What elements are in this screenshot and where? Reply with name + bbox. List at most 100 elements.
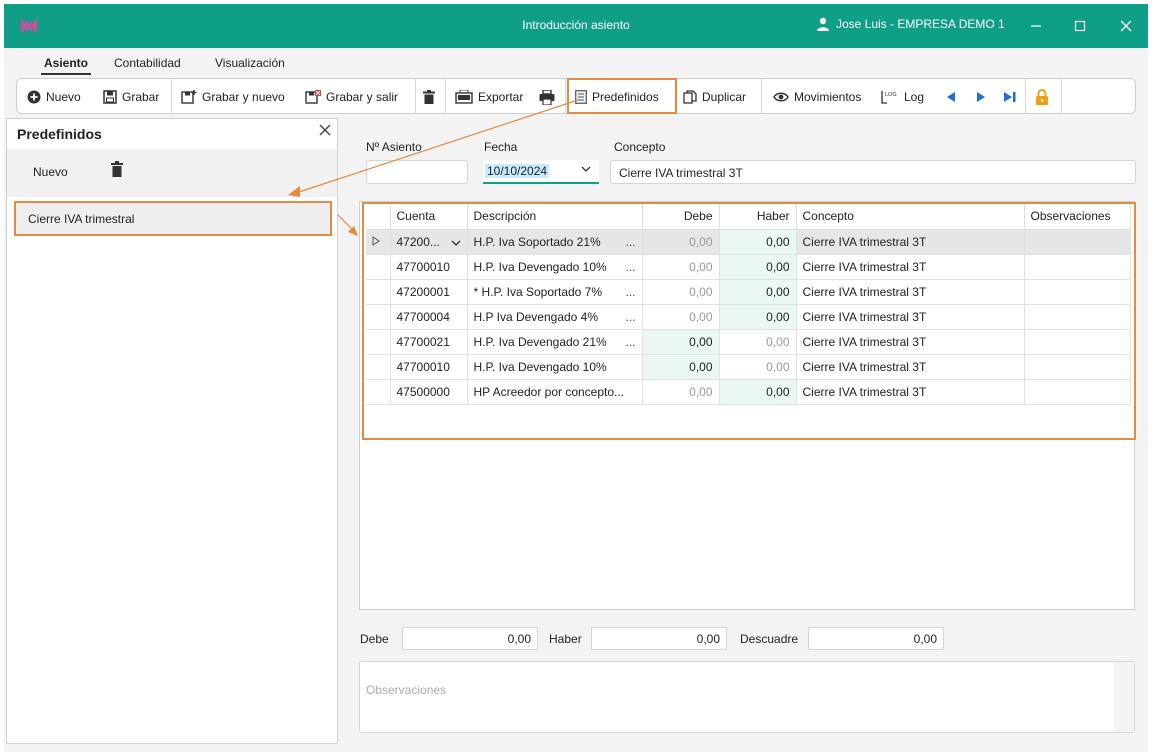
- cell-haber[interactable]: 0,00: [719, 279, 797, 305]
- tab-asiento[interactable]: Asiento: [40, 56, 92, 75]
- print-button[interactable]: [539, 87, 555, 107]
- panel-new-button[interactable]: Nuevo: [33, 165, 68, 179]
- col-debe[interactable]: Debe: [642, 204, 720, 230]
- cell-observaciones[interactable]: [1024, 229, 1131, 255]
- table-row[interactable]: 47700010 H.P. Iva Devengado 10% 0,00 0,00 Ci…: [366, 354, 1131, 380]
- col-observaciones[interactable]: Observaciones: [1024, 204, 1131, 230]
- row-indicator[interactable]: [366, 379, 391, 405]
- observaciones-scrollbar[interactable]: [1114, 662, 1134, 732]
- cell-observaciones[interactable]: [1024, 329, 1131, 355]
- cell-haber[interactable]: 0,00: [719, 304, 797, 330]
- delete-button[interactable]: [423, 87, 435, 107]
- maximize-button[interactable]: [1066, 14, 1094, 38]
- row-indicator[interactable]: [366, 304, 391, 330]
- col-descripcion[interactable]: Descripción: [467, 204, 643, 230]
- row-indicator[interactable]: [366, 229, 391, 255]
- cell-haber[interactable]: 0,00: [719, 229, 797, 255]
- cell-debe[interactable]: 0,00: [642, 304, 720, 330]
- cell-descripcion[interactable]: H.P. Iva Devengado 10%...: [467, 254, 643, 280]
- cell-debe[interactable]: 0,00: [642, 329, 720, 355]
- cell-descripcion[interactable]: H.P. Iva Devengado 10%: [467, 354, 643, 380]
- movimientos-button[interactable]: Movimientos: [773, 87, 861, 107]
- cell-concepto[interactable]: Cierre IVA trimestral 3T: [796, 304, 1025, 330]
- table-row[interactable]: 47500000 HP Acreedor por concepto... 0,00 0…: [366, 379, 1131, 405]
- exportar-button[interactable]: Exportar: [455, 87, 523, 107]
- row-indicator[interactable]: [366, 254, 391, 280]
- cell-cuenta[interactable]: 47700021: [390, 329, 468, 355]
- grabar-salir-button[interactable]: Grabar y salir: [305, 87, 398, 107]
- cell-observaciones[interactable]: [1024, 254, 1131, 280]
- observaciones-textarea[interactable]: Observaciones: [359, 661, 1135, 733]
- user-indicator[interactable]: Jose Luis - EMPRESA DEMO 1: [816, 17, 1005, 31]
- grabar-button[interactable]: Grabar: [103, 87, 159, 107]
- cell-cuenta[interactable]: 47200001: [390, 279, 468, 305]
- cell-descripcion[interactable]: H.P. Iva Soportado 21%...: [467, 229, 643, 255]
- cell-observaciones[interactable]: [1024, 379, 1131, 405]
- row-indicator[interactable]: [366, 354, 391, 380]
- fecha-input[interactable]: 10/10/2024: [483, 160, 599, 184]
- panel-close-button[interactable]: [319, 123, 331, 141]
- cell-debe[interactable]: 0,00: [642, 229, 720, 255]
- cell-debe[interactable]: 0,00: [642, 279, 720, 305]
- cell-ellipsis-button[interactable]: ...: [625, 335, 635, 349]
- log-button[interactable]: LOG Log: [881, 87, 924, 107]
- cell-cuenta[interactable]: 47700010: [390, 254, 468, 280]
- cell-debe[interactable]: 0,00: [642, 254, 720, 280]
- table-row[interactable]: 47200001 * H.P. Iva Soportado 7%... 0,00 0,…: [366, 279, 1131, 305]
- cell-concepto[interactable]: Cierre IVA trimestral 3T: [796, 254, 1025, 280]
- tab-contabilidad[interactable]: Contabilidad: [114, 56, 181, 70]
- panel-delete-button[interactable]: [111, 161, 123, 180]
- cell-cuenta[interactable]: 47200...: [390, 229, 468, 255]
- col-concepto[interactable]: Concepto: [796, 204, 1025, 230]
- cell-ellipsis-button[interactable]: ...: [625, 310, 635, 324]
- cell-concepto[interactable]: Cierre IVA trimestral 3T: [796, 329, 1025, 355]
- cell-observaciones[interactable]: [1024, 304, 1131, 330]
- cell-cuenta[interactable]: 47700010: [390, 354, 468, 380]
- cell-haber[interactable]: 0,00: [719, 354, 797, 380]
- lock-button[interactable]: [1035, 87, 1049, 107]
- cell-descripcion[interactable]: HP Acreedor por concepto...: [467, 379, 643, 405]
- asiento-input[interactable]: [366, 160, 468, 184]
- table-row[interactable]: 47700010 H.P. Iva Devengado 10%... 0,00 0,0…: [366, 254, 1131, 280]
- cell-concepto[interactable]: Cierre IVA trimestral 3T: [796, 354, 1025, 380]
- cell-cuenta[interactable]: 47700004: [390, 304, 468, 330]
- last-button[interactable]: [1003, 87, 1017, 107]
- cell-haber[interactable]: 0,00: [719, 379, 797, 405]
- cell-observaciones[interactable]: [1024, 354, 1131, 380]
- cell-ellipsis-button[interactable]: ...: [625, 285, 635, 299]
- cell-cuenta[interactable]: 47500000: [390, 379, 468, 405]
- tab-visualizacion[interactable]: Visualización: [215, 56, 285, 70]
- cell-haber[interactable]: 0,00: [719, 254, 797, 280]
- dropdown-chevron-icon[interactable]: [451, 239, 461, 247]
- duplicar-button[interactable]: Duplicar: [683, 87, 746, 107]
- cell-ellipsis-button[interactable]: ...: [625, 235, 635, 249]
- table-row[interactable]: 47200... H.P. Iva Soportado 21%... 0,00 0,0…: [366, 229, 1131, 255]
- cell-haber[interactable]: 0,00: [719, 329, 797, 355]
- cell-debe[interactable]: 0,00: [642, 354, 720, 380]
- prev-button[interactable]: [945, 87, 957, 107]
- cell-concepto[interactable]: Cierre IVA trimestral 3T: [796, 229, 1025, 255]
- cell-ellipsis-button[interactable]: ...: [625, 260, 635, 274]
- predefined-item[interactable]: Cierre IVA trimestral: [14, 201, 332, 236]
- grabar-nuevo-button[interactable]: Grabar y nuevo: [181, 87, 285, 107]
- cell-descripcion[interactable]: H.P Iva Devengado 4%...: [467, 304, 643, 330]
- cell-descripcion[interactable]: * H.P. Iva Soportado 7%...: [467, 279, 643, 305]
- dropdown-chevron-icon[interactable]: [581, 164, 591, 174]
- next-button[interactable]: [975, 87, 987, 107]
- cell-debe[interactable]: 0,00: [642, 379, 720, 405]
- cell-observaciones[interactable]: [1024, 279, 1131, 305]
- last-icon: [1004, 92, 1016, 102]
- cell-concepto[interactable]: Cierre IVA trimestral 3T: [796, 379, 1025, 405]
- row-indicator[interactable]: [366, 279, 391, 305]
- close-window-button[interactable]: [1112, 14, 1140, 38]
- cell-concepto[interactable]: Cierre IVA trimestral 3T: [796, 279, 1025, 305]
- minimize-button[interactable]: [1022, 14, 1050, 38]
- col-haber[interactable]: Haber: [719, 204, 797, 230]
- concepto-input[interactable]: Cierre IVA trimestral 3T: [610, 160, 1136, 184]
- col-cuenta[interactable]: Cuenta: [390, 204, 468, 230]
- table-row[interactable]: 47700021 H.P. Iva Devengado 21%... 0,00 0,0…: [366, 329, 1131, 355]
- table-row[interactable]: 47700004 H.P Iva Devengado 4%... 0,00 0,00 C…: [366, 304, 1131, 330]
- nuevo-button[interactable]: Nuevo: [27, 87, 81, 107]
- row-indicator[interactable]: [366, 329, 391, 355]
- cell-descripcion[interactable]: H.P. Iva Devengado 21%...: [467, 329, 643, 355]
